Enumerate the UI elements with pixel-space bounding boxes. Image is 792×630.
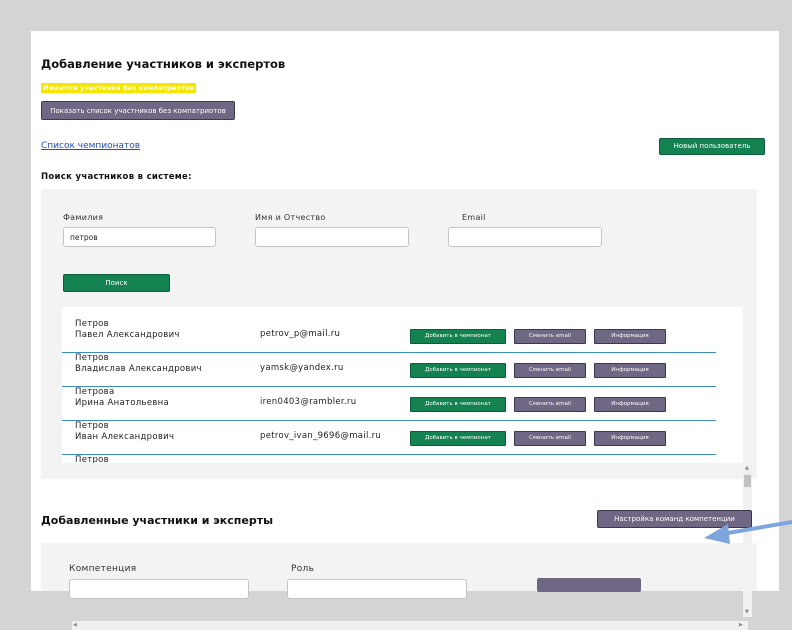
info-button[interactable]: Информация — [594, 397, 666, 412]
result-email: petrov_p@mail.ru — [260, 329, 341, 339]
result-email: yamsk@yandex.ru — [260, 363, 344, 373]
add-to-championship-button[interactable]: Добавить в чемпионат — [410, 363, 506, 378]
search-panel: Фамилия петров Имя и Отчество Email Поис… — [41, 189, 757, 630]
result-row: Петров Владислав Александрович yamsk@yand… — [62, 352, 716, 387]
result-email: petrov_ivan_9696@mail.ru — [260, 431, 382, 441]
change-email-button[interactable]: Сменить email — [514, 431, 586, 446]
search-section-title: Поиск участников в системе: — [41, 172, 192, 182]
result-email: iren0403@rambler.ru — [260, 397, 357, 407]
result-name: Петрова Ирина Анатольевна — [75, 387, 170, 408]
scroll-right-icon[interactable]: ▶ — [739, 622, 743, 628]
competence-label: Компетенция — [69, 564, 137, 574]
result-name: Петров Павел Александрович — [75, 319, 180, 340]
result-row: Петров Павел Александрович petrov_p@mail.… — [62, 318, 716, 353]
horizontal-scrollbar[interactable]: ◀ ▶ — [72, 621, 748, 630]
last-name-input[interactable]: петров — [63, 227, 216, 247]
warning-badge: Имеются участники без компатриотов — [41, 83, 197, 93]
change-email-button[interactable]: Сменить email — [514, 329, 586, 344]
result-name: Петров Владислав Александрович — [75, 353, 202, 374]
pointer-arrow-icon — [704, 520, 792, 544]
added-section-title: Добавленные участники и эксперты — [41, 514, 274, 527]
add-to-championship-button[interactable]: Добавить в чемпионат — [410, 329, 506, 344]
last-name-label: Фамилия — [63, 213, 104, 222]
email-label: Email — [462, 213, 486, 222]
email-input[interactable] — [448, 227, 602, 247]
added-filter-panel: Компетенция Роль — [41, 543, 757, 599]
championship-list-link[interactable]: Список чемпионатов — [41, 141, 140, 151]
search-button[interactable]: Поиск — [63, 274, 170, 292]
filter-button[interactable] — [537, 578, 641, 592]
info-button[interactable]: Информация — [594, 431, 666, 446]
show-without-compatriots-button[interactable]: Показать список участников без компатрио… — [41, 101, 235, 120]
result-name: Петров Иван Александрович — [75, 421, 175, 442]
arrow-head — [704, 524, 730, 544]
info-button[interactable]: Информация — [594, 329, 666, 344]
result-name: Петров — [75, 455, 109, 463]
result-row: Петров — [62, 454, 716, 463]
change-email-button[interactable]: Сменить email — [514, 363, 586, 378]
role-label: Роль — [291, 564, 315, 574]
competence-select[interactable] — [69, 579, 249, 599]
main-page: Добавление участников и экспертов Имеютс… — [31, 31, 779, 630]
scroll-up-icon[interactable]: ▲ — [745, 465, 749, 471]
add-to-championship-button[interactable]: Добавить в чемпионат — [410, 431, 506, 446]
scrollbar-thumb[interactable] — [744, 475, 751, 487]
role-select[interactable] — [287, 579, 467, 599]
results-list: Петров Павел Александрович petrov_p@mail.… — [62, 307, 743, 463]
new-user-button[interactable]: Новый пользователь — [659, 138, 765, 155]
result-row: Петрова Ирина Анатольевна iren0403@ramble… — [62, 386, 716, 421]
result-row: Петров Иван Александрович petrov_ivan_969… — [62, 420, 716, 455]
first-middle-name-input[interactable] — [255, 227, 409, 247]
info-button[interactable]: Информация — [594, 363, 666, 378]
add-to-championship-button[interactable]: Добавить в чемпионат — [410, 397, 506, 412]
first-middle-name-label: Имя и Отчество — [255, 213, 326, 222]
page-title: Добавление участников и экспертов — [41, 57, 286, 71]
scroll-down-icon[interactable]: ▼ — [745, 609, 749, 615]
scroll-left-icon[interactable]: ◀ — [73, 622, 77, 628]
change-email-button[interactable]: Сменить email — [514, 397, 586, 412]
arrow-shaft — [721, 520, 792, 536]
